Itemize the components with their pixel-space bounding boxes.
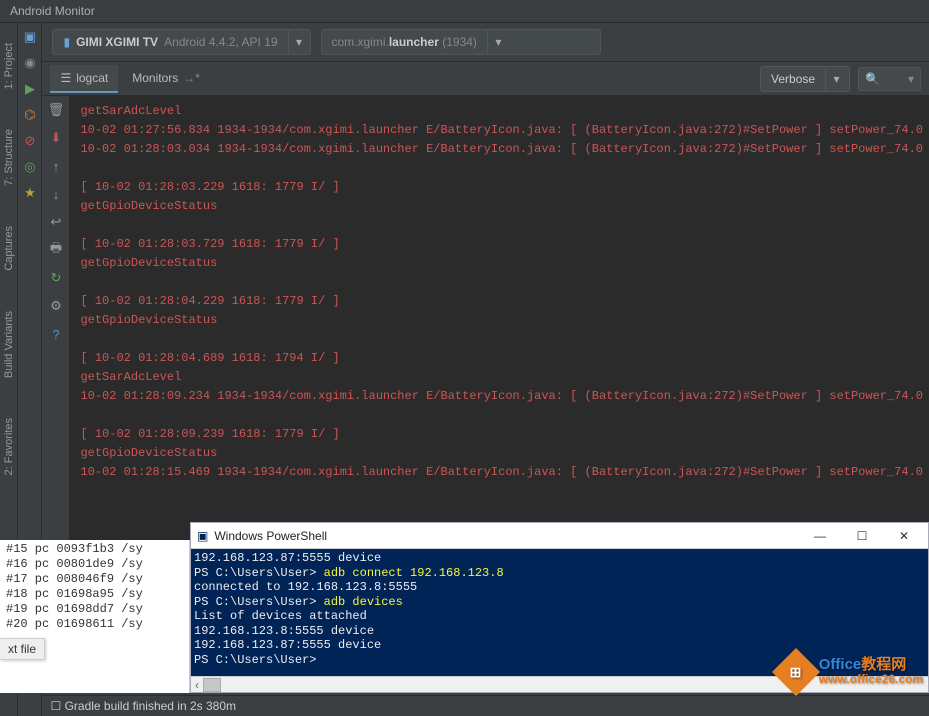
- log-line: 10-02 01:28:15.469 1934-1934/com.xgimi.l…: [80, 463, 923, 482]
- device-icon[interactable]: ▣: [22, 29, 38, 45]
- android-monitor-title: Android Monitor: [0, 0, 929, 23]
- tab-project[interactable]: 1: Project: [3, 43, 15, 89]
- search-icon: 🔍: [865, 72, 880, 86]
- txt-file-tab[interactable]: xt file: [0, 638, 45, 660]
- device-combo[interactable]: ▮ GIMI XGIMI TV Android 4.4.2, API 19 ▾: [52, 29, 310, 55]
- ps-line: List of devices attached: [194, 609, 925, 624]
- log-line: 10-02 01:27:56.834 1934-1934/com.xgimi.l…: [80, 121, 923, 140]
- minimize-button[interactable]: —: [800, 525, 840, 547]
- log-line: getGpioDeviceStatus: [80, 311, 923, 330]
- status-bar: ☐ Gradle build finished in 2s 380m: [42, 695, 929, 716]
- chevron-down-icon[interactable]: ▾: [825, 67, 847, 91]
- ps-line: PS C:\Users\User> adb connect 192.168.12…: [194, 566, 925, 581]
- stack-row: #16 pc 00801de9 /sy: [6, 557, 183, 572]
- tab-build-variants[interactable]: Build Variants: [3, 311, 15, 378]
- status-text: Gradle build finished in 2s 380m: [65, 699, 236, 713]
- logcat-icon: ☰: [60, 71, 71, 85]
- phone-icon: ▮: [63, 35, 70, 49]
- log-line: getGpioDeviceStatus: [80, 444, 923, 463]
- log-level-value: Verbose: [761, 72, 825, 86]
- process-combo[interactable]: com.xgimi.launcher (1934) ▾: [321, 29, 601, 55]
- log-line: [80, 406, 923, 425]
- stack-row: #18 pc 01698a95 /sy: [6, 587, 183, 602]
- log-line: [ 10-02 01:28:09.239 1618: 1779 I/ ]: [80, 425, 923, 444]
- scroll-left-icon[interactable]: ‹: [191, 678, 203, 692]
- ps-line: 192.168.123.8:5555 device: [194, 624, 925, 639]
- gear-icon[interactable]: ⚙: [48, 298, 64, 314]
- log-line: [ 10-02 01:28:04.229 1618: 1779 I/ ]: [80, 292, 923, 311]
- up-icon[interactable]: ↑: [48, 158, 64, 174]
- device-name: GIMI XGIMI TV: [76, 35, 158, 49]
- log-line: getGpioDeviceStatus: [80, 254, 923, 273]
- stack-row: #19 pc 01698dd7 /sy: [6, 602, 183, 617]
- log-line: [80, 159, 923, 178]
- export-icon[interactable]: ⬇: [48, 130, 64, 146]
- wrap-icon[interactable]: ↩: [48, 214, 64, 230]
- tab-logcat[interactable]: ☰ logcat: [50, 65, 118, 93]
- watermark: ⊞ Office教程网 www.office26.com: [779, 655, 923, 689]
- log-line: 10-02 01:28:03.034 1934-1934/com.xgimi.l…: [80, 140, 923, 159]
- scroll-thumb[interactable]: [203, 678, 221, 692]
- log-line: getSarAdcLevel: [80, 102, 923, 121]
- stack-trace-pane[interactable]: #15 pc 0093f1b3 /sy#16 pc 00801de9 /sy#1…: [0, 540, 190, 693]
- chevron-down-icon[interactable]: ▾: [487, 30, 509, 54]
- process-name: launcher: [389, 35, 439, 49]
- print-icon[interactable]: 🖶: [48, 242, 64, 258]
- struct-icon[interactable]: ⌬: [22, 107, 38, 123]
- powershell-title: Windows PowerShell: [214, 529, 327, 543]
- log-line: [ 10-02 01:28:04.689 1618: 1794 I/ ]: [80, 349, 923, 368]
- device-selector-row: ▮ GIMI XGIMI TV Android 4.4.2, API 19 ▾ …: [42, 23, 929, 62]
- maximize-button[interactable]: ☐: [842, 525, 882, 547]
- stack-row: #15 pc 0093f1b3 /sy: [6, 542, 183, 557]
- log-line: getGpioDeviceStatus: [80, 197, 923, 216]
- down-icon[interactable]: ↓: [48, 186, 64, 202]
- tab-logcat-label: logcat: [76, 71, 108, 85]
- log-line: [80, 330, 923, 349]
- watermark-url: www.office26.com: [819, 672, 923, 686]
- log-line: 10-02 01:28:09.234 1934-1934/com.xgimi.l…: [80, 387, 923, 406]
- log-line: [ 10-02 01:28:03.729 1618: 1779 I/ ]: [80, 235, 923, 254]
- ps-line: connected to 192.168.123.8:5555: [194, 580, 925, 595]
- logcat-tab-row: ☰ logcat Monitors →* Verbose ▾ 🔍 ▾: [42, 62, 929, 96]
- process-pid: (1934): [442, 35, 477, 49]
- star-icon[interactable]: ★: [22, 185, 38, 201]
- tab-favorites[interactable]: 2: Favorites: [3, 418, 15, 475]
- trash-icon[interactable]: 🗑: [48, 102, 64, 118]
- stack-row: #20 pc 01698611 /sy: [6, 617, 183, 632]
- log-line: [80, 216, 923, 235]
- restart-icon[interactable]: ↻: [48, 270, 64, 286]
- log-line: getSarAdcLevel: [80, 368, 923, 387]
- chevron-down-icon[interactable]: ▾: [288, 30, 310, 54]
- status-check-icon: ☐: [50, 699, 61, 713]
- stop-icon[interactable]: ⊘: [22, 133, 38, 149]
- ps-line: 192.168.123.87:5555 device: [194, 551, 925, 566]
- target-icon[interactable]: ◎: [22, 159, 38, 175]
- search-input[interactable]: [884, 71, 904, 86]
- tab-captures[interactable]: Captures: [3, 226, 15, 271]
- ps-line: PS C:\Users\User> adb devices: [194, 595, 925, 610]
- close-button[interactable]: ✕: [884, 525, 924, 547]
- log-level-combo[interactable]: Verbose ▾: [760, 66, 850, 92]
- device-info: Android 4.4.2, API 19: [164, 35, 277, 49]
- help-icon[interactable]: ?: [48, 326, 64, 342]
- play-icon[interactable]: ▶: [22, 81, 38, 97]
- log-line: [ 10-02 01:28:03.229 1618: 1779 I/ ]: [80, 178, 923, 197]
- log-search[interactable]: 🔍 ▾: [858, 67, 921, 91]
- chevron-down-icon[interactable]: ▾: [908, 72, 914, 86]
- log-line: [80, 273, 923, 292]
- tab-structure[interactable]: 7: Structure: [3, 129, 15, 186]
- ps-line: 192.168.123.87:5555 device: [194, 638, 925, 653]
- powershell-titlebar[interactable]: ▣ Windows PowerShell — ☐ ✕: [191, 523, 928, 549]
- powershell-icon: ▣: [197, 529, 208, 543]
- camera-icon[interactable]: ◉: [22, 55, 38, 71]
- tab-monitors[interactable]: Monitors →*: [122, 65, 210, 93]
- tab-monitors-label: Monitors: [132, 71, 178, 85]
- stack-row: #17 pc 008046f9 /sy: [6, 572, 183, 587]
- popout-icon: →*: [183, 71, 200, 85]
- watermark-icon: ⊞: [772, 648, 820, 696]
